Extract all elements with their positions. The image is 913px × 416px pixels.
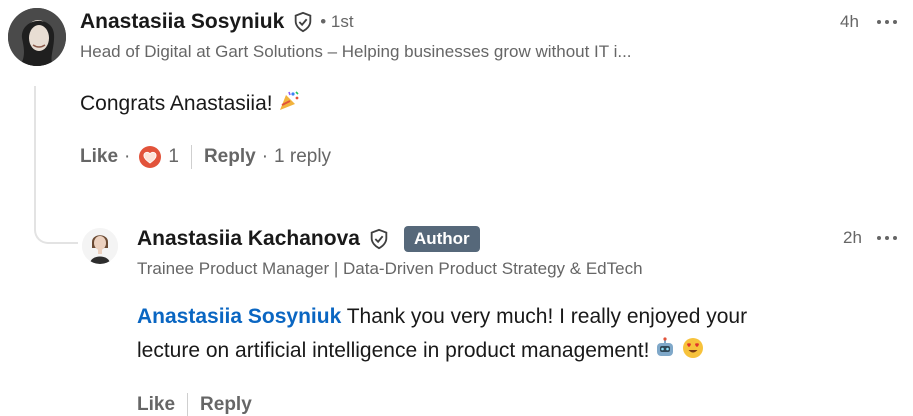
reply-like-button[interactable]: Like — [137, 394, 175, 416]
robot-icon — [653, 336, 677, 371]
like-button[interactable]: Like — [80, 146, 118, 168]
action-divider — [190, 145, 192, 169]
comment-text-content: Congrats Anastasiia! — [80, 92, 273, 115]
reply-button[interactable]: Reply — [204, 146, 256, 168]
reply-count-link[interactable]: 1 reply — [274, 146, 331, 168]
connection-degree: • 1st — [320, 12, 354, 31]
separator-dot: · — [261, 146, 269, 167]
reply-text-content-1: Thank you very much! I really enjoyed yo… — [346, 305, 748, 328]
more-options-icon[interactable] — [877, 228, 897, 248]
reaction-count[interactable]: 1 — [168, 146, 179, 168]
reply-timestamp: 2h — [843, 228, 862, 247]
comment-author-name[interactable]: Anastasiia Sosyniuk — [80, 10, 284, 34]
reply-reply-button[interactable]: Reply — [200, 394, 252, 416]
mention-link[interactable]: Anastasiia Sosyniuk — [137, 305, 341, 328]
verified-shield-icon — [292, 11, 314, 33]
comment-actions: Like · 1 Reply · 1 reply — [80, 145, 331, 169]
reply-text-line-2: lecture on artificial intelligence in pr… — [137, 334, 897, 371]
love-reaction-icon[interactable] — [138, 145, 162, 169]
comment-header: Anastasiia Sosyniuk • 1st — [80, 10, 354, 34]
verified-shield-icon — [368, 228, 390, 250]
reply-text: Anastasiia Sosyniuk Thank you very much!… — [137, 300, 897, 371]
separator-dot: · — [124, 146, 131, 167]
thread-connector — [34, 86, 78, 244]
reply-text-line-1: Anastasiia Sosyniuk Thank you very much!… — [137, 300, 897, 334]
reply-avatar[interactable] — [82, 228, 118, 264]
author-badge: Author — [403, 226, 480, 252]
more-options-icon[interactable] — [877, 12, 897, 32]
comment-timestamp: 4h — [840, 12, 859, 31]
avatar[interactable] — [8, 8, 66, 66]
comment-author-headline: Head of Digital at Gart Solutions – Help… — [80, 42, 632, 61]
heart-eyes-icon — [681, 336, 705, 371]
party-popper-icon — [277, 89, 301, 124]
reply-author-name[interactable]: Anastasiia Kachanova — [137, 227, 360, 251]
reply-header: Anastasiia Kachanova Author — [137, 226, 480, 252]
action-divider — [187, 393, 189, 416]
reply-author-headline: Trainee Product Manager | Data-Driven Pr… — [137, 259, 643, 278]
comment-text: Congrats Anastasiia! — [80, 87, 301, 124]
reply-actions: Like Reply — [137, 393, 252, 416]
reply-text-content-2: lecture on artificial intelligence in pr… — [137, 339, 650, 362]
